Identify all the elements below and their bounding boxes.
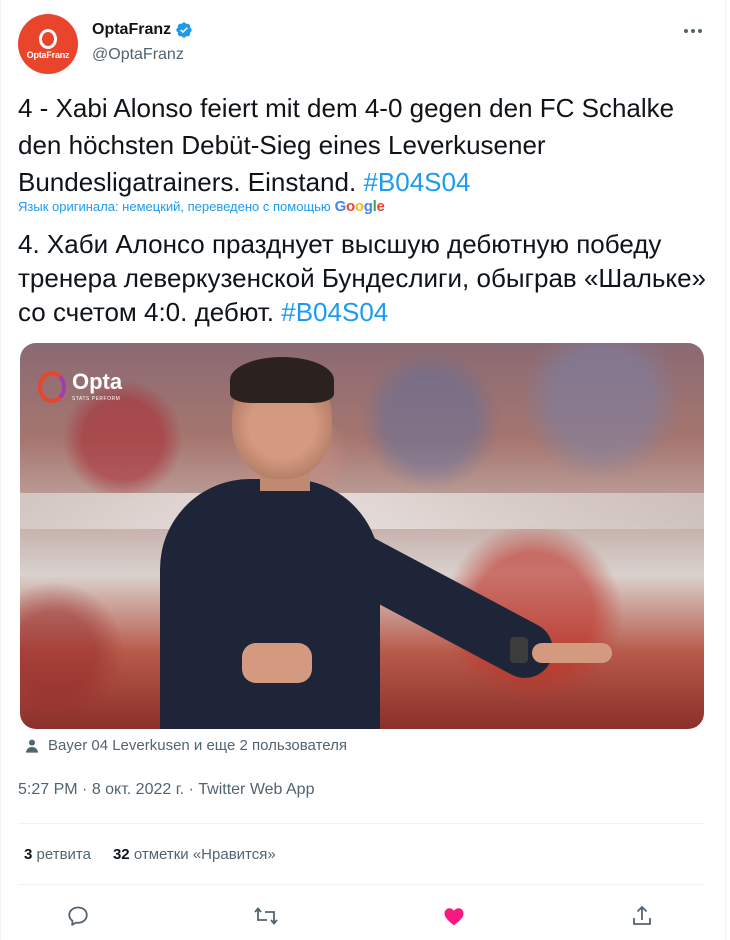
- translation-note[interactable]: Язык оригинала: немецкий, переведено с п…: [18, 198, 385, 215]
- retweet-icon: [254, 907, 278, 925]
- author-display-name[interactable]: OptaFranz: [92, 21, 193, 39]
- translated-text: 4. Хаби Алонсо празднует высшую дебютную…: [18, 227, 718, 329]
- tweet-actions: [60, 898, 660, 934]
- more-dot: [691, 29, 695, 33]
- author-name-text: OptaFranz: [92, 21, 172, 38]
- tweet-text-body: 4 - Xabi Alonso feiert mit dem 4-0 gegen…: [18, 93, 675, 197]
- tweet-meta: 5:27 PM · 8 окт. 2022 г. · Twitter Web A…: [18, 781, 314, 799]
- meta-separator: ·: [77, 781, 92, 798]
- opta-sub: STATS PERFORM: [72, 396, 121, 402]
- retweets-stat[interactable]: 3 ретвита: [24, 846, 91, 863]
- photo-person-hand-left: [242, 643, 312, 683]
- reply-icon: [68, 906, 88, 926]
- meta-separator: ·: [184, 781, 199, 798]
- opta-word: Opta: [72, 369, 123, 394]
- photo-person-hair: [230, 357, 334, 403]
- tweet-time[interactable]: 5:27 PM: [18, 781, 78, 798]
- photo-person-watch: [510, 637, 528, 663]
- tweet-source[interactable]: Twitter Web App: [198, 781, 314, 798]
- more-dot: [698, 29, 702, 33]
- tweet-photo[interactable]: Opta STATS PERFORM: [20, 343, 704, 729]
- frame-border-left: [0, 0, 1, 940]
- reply-button[interactable]: [60, 898, 96, 934]
- share-button[interactable]: [624, 898, 660, 934]
- likes-label: отметки «Нравится»: [129, 846, 276, 863]
- divider: [18, 823, 704, 824]
- retweet-button[interactable]: [248, 898, 284, 934]
- hashtag-link[interactable]: #B04S04: [363, 167, 470, 197]
- divider: [18, 884, 704, 885]
- likes-count: 32: [112, 846, 130, 863]
- avatar[interactable]: OptaFranz: [18, 14, 78, 74]
- avatar-logo-text: OptaFranz: [26, 49, 70, 60]
- author-handle[interactable]: @OptaFranz: [92, 46, 184, 64]
- opta-wordmark: Opta STATS PERFORM: [72, 369, 123, 403]
- tagged-users[interactable]: Bayer 04 Leverkusen и еще 2 пользователя: [24, 737, 347, 754]
- frame-border-right: [725, 0, 726, 940]
- tweet-stats: 3 ретвита 32 отметки «Нравится»: [24, 846, 276, 863]
- more-dot: [684, 29, 688, 33]
- photo-person-body: [160, 479, 380, 729]
- tag-user-icon: [26, 739, 38, 753]
- tagged-users-text: Bayer 04 Leverkusen и еще 2 пользователя: [48, 737, 347, 754]
- likes-stat[interactable]: 32 отметки «Нравится»: [113, 846, 276, 863]
- share-icon: [633, 905, 651, 925]
- verified-badge-icon: [176, 22, 192, 38]
- translation-note-text: Язык оригинала: немецкий, переведено с п…: [18, 199, 331, 214]
- avatar-logo-ring: [39, 28, 57, 49]
- opta-watermark: Opta STATS PERFORM: [38, 371, 122, 403]
- tweet-text: 4 - Xabi Alonso feiert mit dem 4-0 gegen…: [18, 90, 708, 201]
- tweet-date[interactable]: 8 окт. 2022 г.: [92, 781, 184, 798]
- google-logo: Google: [334, 198, 385, 215]
- more-icon[interactable]: [682, 20, 704, 42]
- photo-person-hand-right: [532, 643, 612, 663]
- opta-logo-icon: [38, 371, 66, 403]
- retweets-label: ретвита: [32, 846, 91, 863]
- translated-hashtag-link[interactable]: #B04S04: [281, 297, 388, 327]
- like-button[interactable]: [436, 898, 472, 934]
- like-icon: [444, 908, 464, 926]
